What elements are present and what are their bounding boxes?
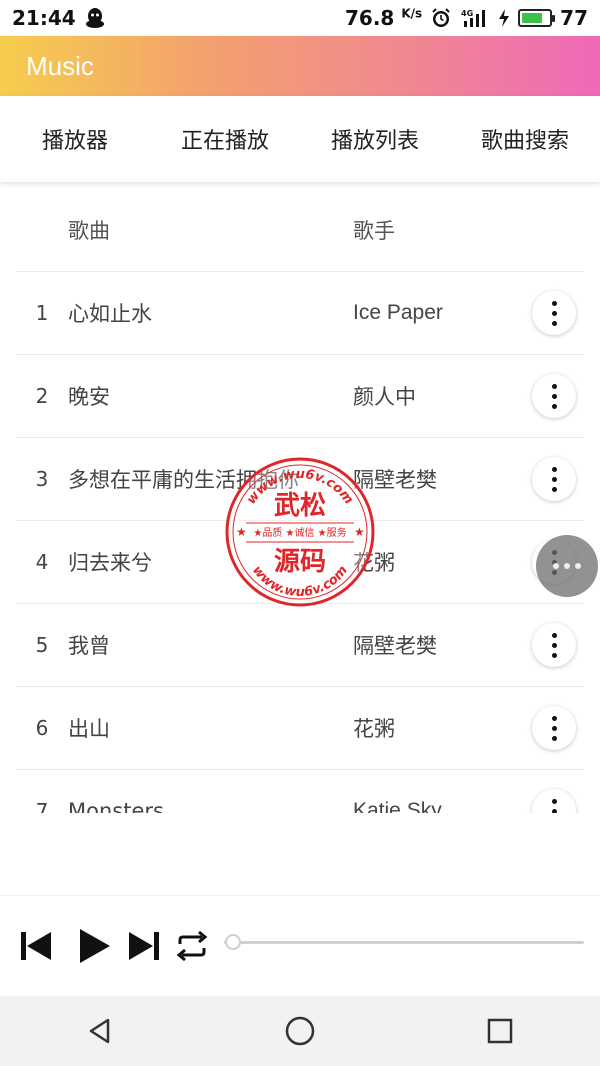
header-artist: 歌手 (353, 219, 395, 243)
table-row[interactable]: 3 多想在平庸的生活拥抱你 隔壁老樊 (16, 438, 584, 521)
table-header: 歌曲 歌手 (16, 188, 584, 272)
more-options-button[interactable] (532, 374, 576, 418)
more-vert-icon (551, 383, 557, 389)
status-left: 21:44 (12, 6, 106, 30)
tab-playlist[interactable]: 播放列表 (300, 123, 450, 155)
svg-text:4G: 4G (461, 9, 473, 18)
table-row[interactable]: 1 心如止水 Ice Paper (16, 272, 584, 355)
row-number: 1 (35, 301, 49, 325)
row-number: 6 (35, 716, 49, 740)
status-bar: 21:44 76.8 K/s 4G 77 (0, 0, 600, 36)
net-speed-value: 76.8 (345, 6, 395, 30)
header-song: 歌曲 (68, 218, 110, 243)
skip-previous-icon (21, 931, 51, 960)
more-options-button[interactable] (532, 457, 576, 501)
song-artist: 隔壁老樊 (353, 635, 437, 658)
progress-thumb[interactable] (225, 934, 241, 950)
song-title: 归去来兮 (68, 551, 152, 575)
table-row[interactable]: 7 Monsters Katie Sky (16, 770, 584, 813)
battery-fill (522, 13, 543, 23)
table-row[interactable]: 4 归去来兮 花粥 (16, 521, 584, 604)
row-number: 2 (35, 384, 49, 408)
system-nav-bar (0, 996, 600, 1066)
recents-icon (487, 1018, 513, 1044)
tab-song-search[interactable]: 歌曲搜索 (450, 123, 600, 155)
repeat-button[interactable] (170, 924, 214, 968)
more-options-button[interactable] (532, 706, 576, 750)
row-number: 7 (35, 799, 49, 813)
floating-assist-button[interactable] (536, 535, 598, 597)
song-title: 心如止水 (68, 302, 152, 326)
play-icon (80, 928, 110, 963)
qq-icon (85, 8, 104, 28)
recents-button[interactable] (470, 1001, 530, 1061)
battery-icon (518, 9, 556, 27)
next-button[interactable] (122, 924, 166, 968)
tab-now-playing[interactable]: 正在播放 (150, 123, 300, 155)
player-bar (0, 895, 600, 995)
table-row[interactable]: 5 我曾 隔壁老樊 (16, 604, 584, 687)
signal-4g-icon: 4G (461, 9, 486, 27)
back-icon (89, 1018, 110, 1044)
song-artist: 花粥 (353, 718, 395, 741)
home-button[interactable] (270, 1001, 330, 1061)
more-options-button[interactable] (532, 291, 576, 335)
progress-track (224, 941, 584, 944)
net-speed-unit: K/s (401, 6, 423, 21)
more-options-button[interactable] (532, 789, 576, 813)
tab-player[interactable]: 播放器 (0, 123, 150, 155)
more-vert-icon (551, 798, 557, 804)
charging-icon (499, 9, 510, 27)
song-title: 我曾 (68, 634, 110, 658)
progress-slider[interactable] (224, 932, 584, 952)
more-horiz-icon (553, 563, 559, 569)
row-number: 5 (35, 633, 49, 657)
more-vert-icon (551, 715, 557, 721)
song-title: Monsters (68, 799, 164, 813)
song-artist: Ice Paper (353, 301, 443, 324)
battery-percent: 77 (560, 6, 588, 30)
home-icon (285, 1016, 315, 1046)
table-row[interactable]: 2 晚安 颜人中 (16, 355, 584, 438)
more-vert-icon (551, 300, 557, 306)
net-speed: 76.8 K/s (345, 6, 422, 30)
song-artist: 花粥 (353, 552, 395, 575)
previous-button[interactable] (14, 924, 58, 968)
song-title: 晚安 (68, 385, 110, 409)
app-bar: Music (0, 36, 600, 96)
more-options-button[interactable] (532, 623, 576, 667)
row-number: 4 (35, 550, 49, 574)
clock: 21:44 (12, 6, 76, 30)
song-title: 出山 (68, 717, 110, 741)
skip-next-icon (129, 931, 159, 960)
tab-bar: 播放器 正在播放 播放列表 歌曲搜索 (0, 96, 600, 182)
table-row[interactable]: 6 出山 花粥 (16, 687, 584, 770)
more-vert-icon (551, 632, 557, 638)
back-button[interactable] (70, 1001, 130, 1061)
play-button[interactable] (72, 924, 116, 968)
song-title: 多想在平庸的生活拥抱你 (68, 468, 299, 492)
song-artist: Katie Sky (353, 799, 442, 813)
song-artist: 隔壁老樊 (353, 469, 437, 492)
more-vert-icon (551, 466, 557, 472)
row-number: 3 (35, 467, 49, 491)
alarm-icon (432, 8, 450, 27)
status-right: 76.8 K/s 4G 77 (345, 6, 588, 30)
repeat-icon (176, 930, 208, 961)
song-list[interactable]: 歌曲 歌手 1 心如止水 Ice Paper 2 晚安 颜人中 3 多想在平庸的… (0, 188, 600, 813)
song-artist: 颜人中 (353, 386, 416, 409)
app-title: Music (26, 50, 94, 81)
